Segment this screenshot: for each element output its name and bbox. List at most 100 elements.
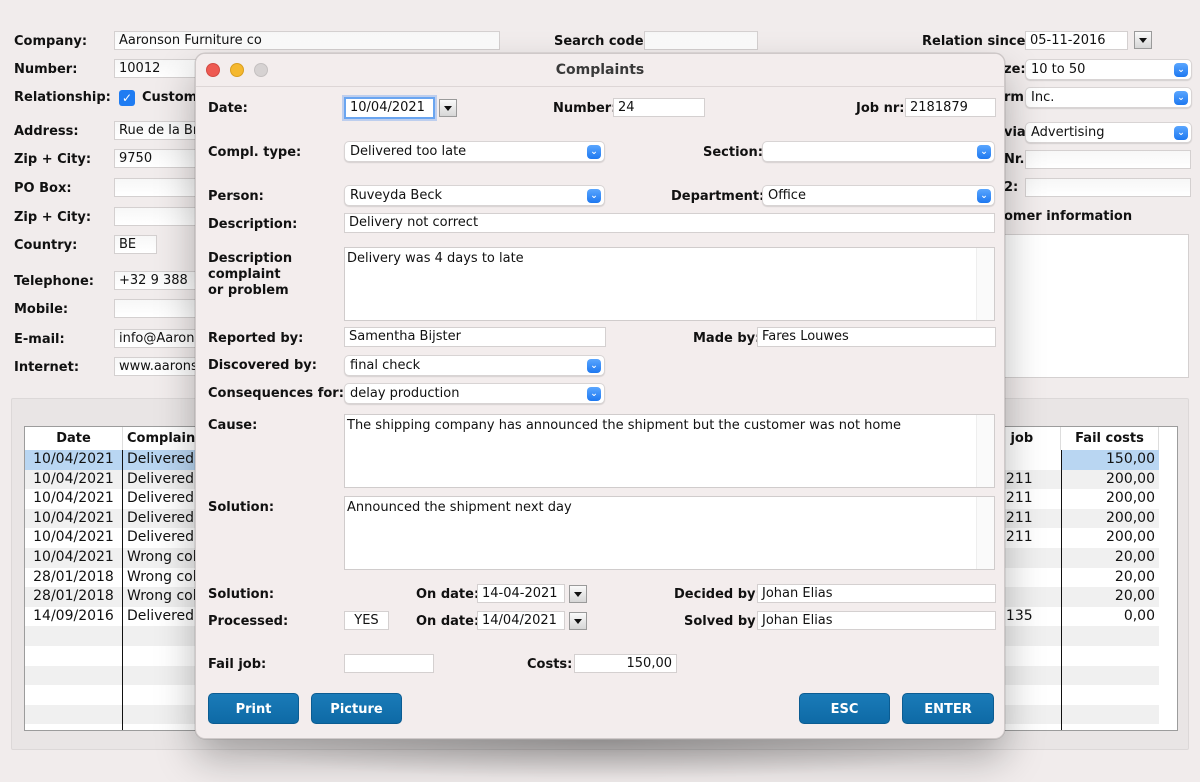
relation-since-label: Relation since: [922, 34, 1031, 49]
cell-fail-costs: 20,00 [1114, 588, 1155, 605]
firm-select-value: Inc. [1031, 90, 1055, 105]
search-code-label: Search code: [554, 34, 649, 49]
discovered-by-select[interactable]: final check ⌄ [344, 355, 605, 376]
job-nr-field[interactable]: 2181879 [905, 98, 996, 117]
zip-city-2-label: Zip + City: [14, 210, 92, 225]
description-complaint-text: Delivery was 4 days to late [347, 251, 524, 266]
nr-field[interactable] [1025, 150, 1191, 169]
fail-job-field[interactable] [344, 654, 434, 673]
section-label: Section: [703, 145, 763, 160]
costs-field[interactable]: 150,00 [574, 654, 677, 673]
cell-date: 28/01/2018 [33, 568, 114, 585]
cell-fail-costs: 200,00 [1106, 490, 1155, 507]
description-complaint-textarea[interactable]: Delivery was 4 days to late [344, 247, 995, 321]
solution-on-date-field[interactable]: 14-04-2021 [477, 584, 565, 603]
search-code-field[interactable] [644, 31, 758, 50]
relationship-label: Relationship: [14, 90, 111, 105]
cause-label: Cause: [208, 418, 258, 433]
processed-on-date-field[interactable]: 14/04/2021 [477, 611, 565, 630]
department-select[interactable]: Office ⌄ [762, 185, 995, 206]
zip-city-label: Zip + City: [14, 152, 92, 167]
via-select-value: Advertising [1031, 125, 1105, 140]
via-select[interactable]: Advertising ⌄ [1025, 122, 1192, 143]
date-dropdown-button[interactable] [439, 99, 457, 117]
processed-on-date-label: On date: [416, 614, 480, 629]
decided-by-field[interactable]: Johan Elias [757, 584, 996, 603]
discovered-by-value: final check [350, 358, 421, 373]
firm-select[interactable]: Inc. ⌄ [1025, 87, 1192, 108]
reported-by-field[interactable]: Samentha Bijster [344, 327, 606, 347]
number-label: Number: [14, 62, 78, 77]
compl-type-select[interactable]: Delivered too late ⌄ [344, 141, 605, 162]
customer-information-textarea[interactable] [1004, 234, 1189, 378]
solution-text: Announced the shipment next day [347, 500, 572, 515]
processed-date-dropdown-button[interactable] [569, 612, 587, 630]
department-value: Office [768, 188, 806, 203]
number-field[interactable]: 24 [613, 98, 705, 117]
company-label: Company: [14, 34, 88, 49]
picture-button[interactable]: Picture [311, 693, 402, 724]
dialog-shadow [195, 740, 1005, 780]
cell-fail-costs: 0,00 [1123, 607, 1155, 624]
processed-label: Processed: [208, 614, 289, 629]
date-field[interactable]: 10/04/2021 [344, 97, 435, 119]
cell-fail-costs: 20,00 [1114, 568, 1155, 585]
compl-type-label: Compl. type: [208, 145, 302, 160]
cell-date: 10/04/2021 [33, 509, 114, 526]
cell-date: 14/09/2016 [33, 607, 114, 624]
reported-by-label: Reported by: [208, 331, 304, 346]
consequences-for-value: delay production [350, 386, 460, 401]
dialog-title: Complaints [555, 62, 645, 78]
label-line: complaint [208, 267, 281, 282]
customer-checkbox[interactable]: ✓ [119, 90, 135, 106]
person-value: Ruveyda Beck [350, 188, 443, 203]
scrollbar[interactable] [976, 248, 994, 320]
scrollbar[interactable] [976, 415, 994, 487]
customer-information-label: omer information [1004, 209, 1133, 224]
solved-by-field[interactable]: Johan Elias [757, 611, 996, 630]
country-field[interactable]: BE [114, 235, 157, 254]
person-label: Person: [208, 189, 264, 204]
size-select-value: 10 to 50 [1031, 62, 1086, 77]
chevron-down-icon: ⌄ [587, 359, 601, 373]
address-label: Address: [14, 124, 79, 139]
cell-fail-costs: 200,00 [1106, 529, 1155, 546]
cell-date: 10/04/2021 [25, 450, 122, 470]
cause-text: The shipping company has announced the s… [347, 418, 902, 433]
cell-fail-costs: 200,00 [1106, 509, 1155, 526]
cell-date: 10/04/2021 [33, 470, 114, 487]
fail-job-label: Fail job: [208, 657, 267, 672]
company-field[interactable]: Aaronson Furniture co [114, 31, 500, 50]
solution-date-dropdown-button[interactable] [569, 585, 587, 603]
description-field[interactable]: Delivery not correct [344, 213, 995, 233]
made-by-field[interactable]: Fares Louwes [757, 327, 996, 347]
number-label: Number: [553, 101, 617, 116]
processed-field[interactable]: YES [344, 611, 389, 630]
telephone-label: Telephone: [14, 274, 94, 289]
checkmark-icon: ✓ [121, 91, 133, 105]
field-2-label: 2: [1004, 180, 1019, 195]
column-header-date[interactable]: Date [25, 427, 123, 450]
complaints-dialog: Complaints Date: 10/04/2021 Number: 24 J… [195, 53, 1005, 739]
esc-button[interactable]: ESC [799, 693, 890, 724]
solution-textarea[interactable]: Announced the shipment next day [344, 496, 995, 570]
field-2-field[interactable] [1025, 178, 1191, 197]
cell-fail-costs: 200,00 [1106, 470, 1155, 487]
solution-on-date-label: On date: [416, 587, 480, 602]
solution-label: Solution: [208, 587, 275, 602]
print-button[interactable]: Print [208, 693, 299, 724]
section-select[interactable]: ⌄ [762, 141, 995, 162]
cause-textarea[interactable]: The shipping company has announced the s… [344, 414, 995, 488]
mobile-label: Mobile: [14, 302, 69, 317]
column-header-fail-costs[interactable]: Fail costs [1061, 427, 1159, 450]
job-nr-label: Job nr: [856, 101, 905, 116]
person-select[interactable]: Ruveyda Beck ⌄ [344, 185, 605, 206]
relation-since-field[interactable]: 05-11-2016 [1025, 31, 1128, 50]
enter-button[interactable]: ENTER [902, 693, 994, 724]
scrollbar[interactable] [976, 497, 994, 569]
cell-date: 28/01/2018 [33, 588, 114, 605]
po-box-label: PO Box: [14, 181, 72, 196]
relation-since-dropdown-button[interactable] [1134, 31, 1152, 49]
size-select[interactable]: 10 to 50 ⌄ [1025, 59, 1192, 80]
consequences-for-select[interactable]: delay production ⌄ [344, 383, 605, 404]
